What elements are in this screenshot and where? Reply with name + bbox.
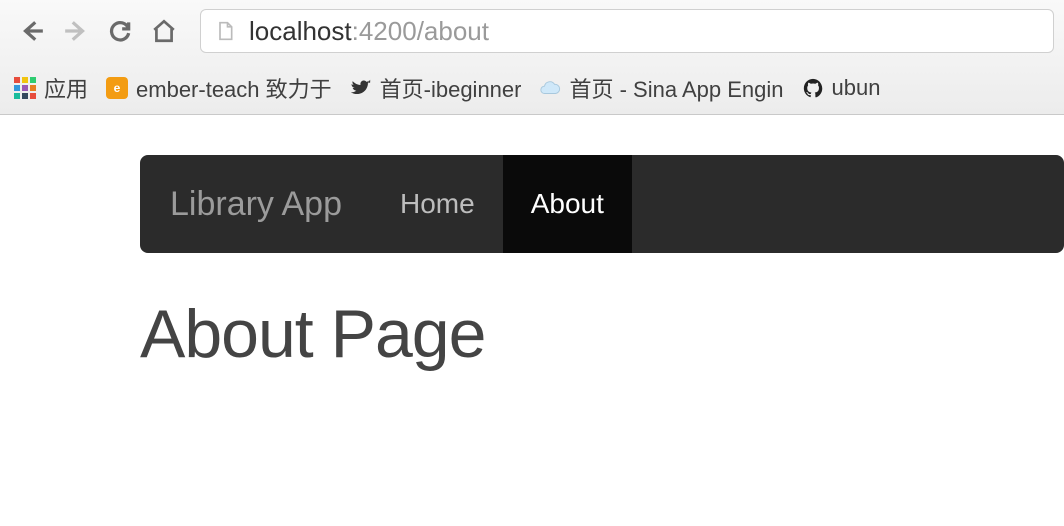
bookmark-item[interactable]: e ember-teach 致力于 [106,72,332,104]
github-favicon [802,77,824,99]
bird-favicon [350,77,372,99]
home-button[interactable] [142,9,186,53]
bookmarks-bar: 应用 e ember-teach 致力于 首页-ibeginner 首页 - S… [0,62,1064,114]
url-host: localhost [249,16,352,46]
cloud-favicon [539,77,561,99]
apps-button[interactable]: 应用 [14,72,88,104]
address-bar[interactable]: localhost:4200/about [200,9,1054,53]
brand-link[interactable]: Library App [140,185,372,224]
file-icon [215,19,235,43]
browser-chrome: localhost:4200/about 应用 e ember-teach 致力… [0,0,1064,115]
bookmark-item[interactable]: 首页 - Sina App Engin [539,72,783,104]
nav-link-about[interactable]: About [503,155,632,253]
page-heading: About Page [140,295,1064,373]
page-content: Library App Home About About Page [0,115,1064,373]
url-path: :4200/about [352,16,489,46]
reload-button[interactable] [98,9,142,53]
back-button[interactable] [10,9,54,53]
app-navbar: Library App Home About [140,155,1064,253]
bookmark-label: ubun [832,75,881,101]
bookmark-item[interactable]: 首页-ibeginner [350,72,522,104]
browser-toolbar: localhost:4200/about [0,0,1064,62]
ember-favicon: e [106,77,128,99]
nav-link-home[interactable]: Home [372,155,503,253]
bookmark-label: 首页-ibeginner [380,72,522,104]
bookmark-item[interactable]: ubun [802,75,881,101]
url-text: localhost:4200/about [249,16,489,47]
apps-label: 应用 [44,72,88,104]
bookmark-label: ember-teach 致力于 [136,72,332,104]
apps-icon [14,77,36,99]
bookmark-label: 首页 - Sina App Engin [569,72,783,104]
forward-button[interactable] [54,9,98,53]
